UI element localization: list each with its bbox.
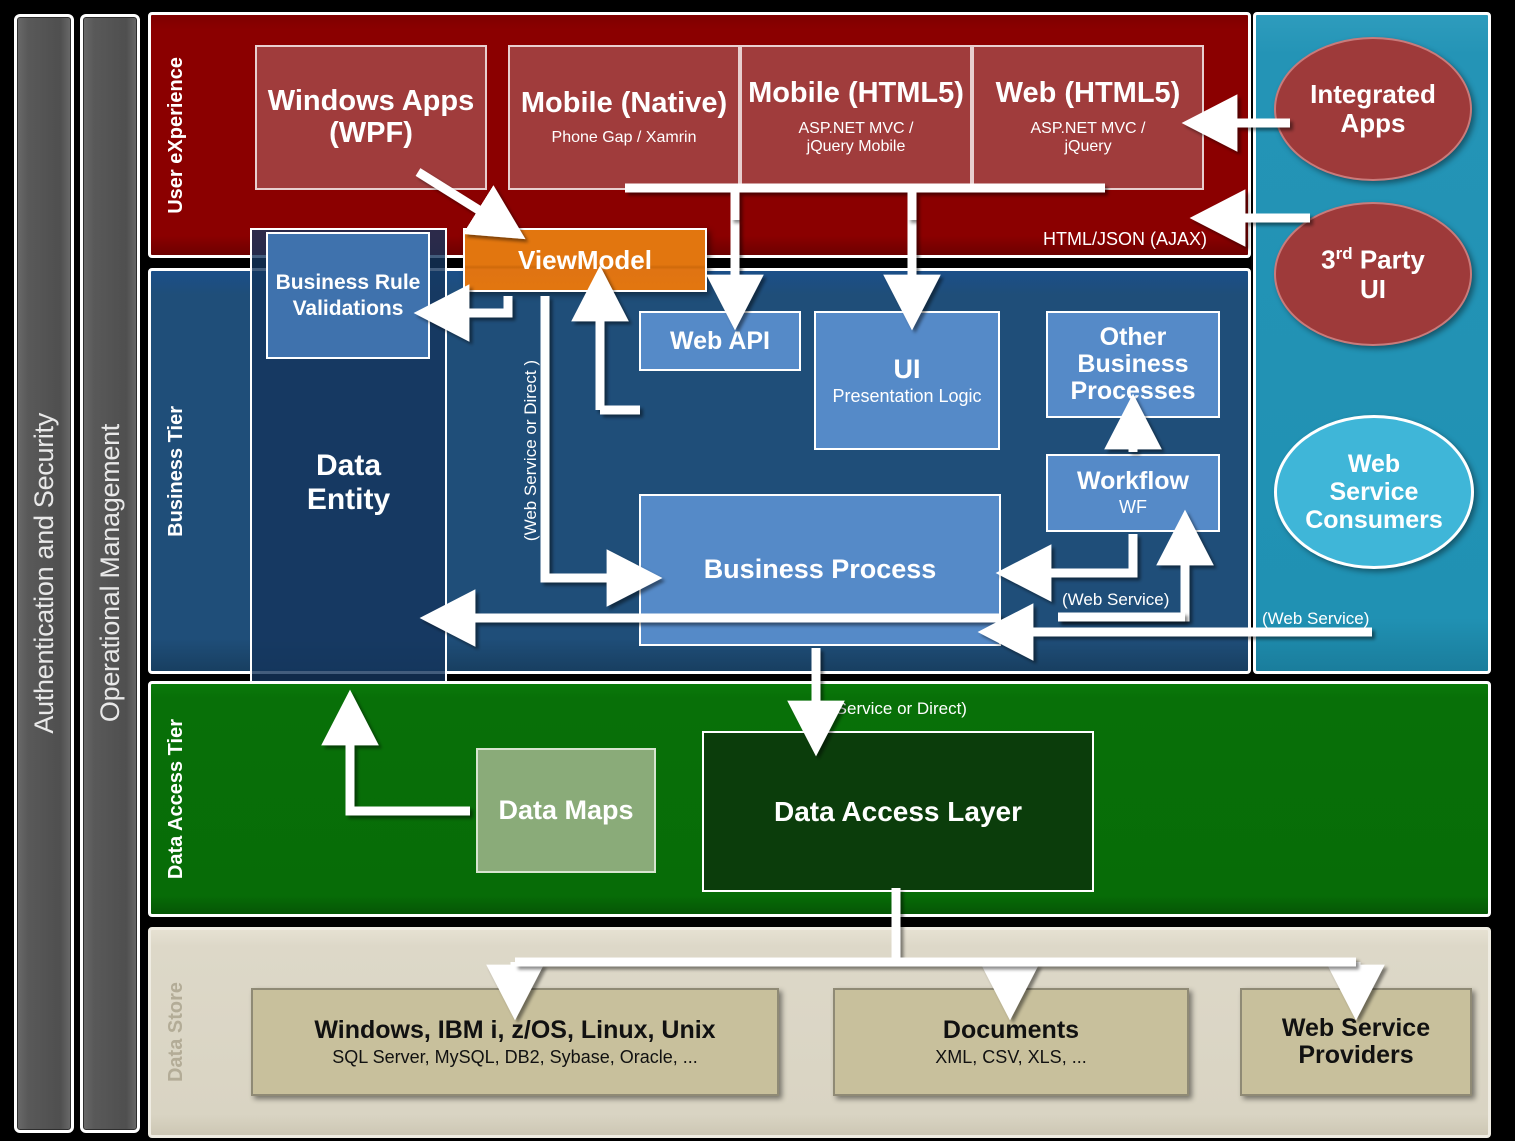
- ellipse-3rd-party-ui[interactable]: 3rd Party UI: [1274, 202, 1472, 346]
- store-box-documents-title: Documents: [942, 1015, 1080, 1044]
- ux-box-mobile-html5[interactable]: Mobile (HTML5) ASP.NET MVC / jQuery Mobil…: [740, 45, 972, 190]
- ux-box-web-html5-title: Web (HTML5): [995, 77, 1181, 110]
- tier-label-user-experience: User eXperience: [164, 56, 187, 214]
- ux-box-mobile-html5-title: Mobile (HTML5): [748, 77, 964, 110]
- box-workflow-title: Workflow: [1076, 467, 1190, 496]
- box-data-entity-label: Data Entity: [306, 448, 391, 516]
- ux-box-mobile-native-title: Mobile (Native): [520, 86, 728, 119]
- label-web-service-or-direct: (Web Service or Direct ): [521, 360, 540, 542]
- ellipse-3rd-party-ui-label: 3rd Party UI: [1321, 244, 1425, 304]
- ux-box-mobile-html5-subtitle: ASP.NET MVC / jQuery Mobile: [798, 119, 914, 156]
- box-viewmodel-label: ViewModel: [518, 244, 652, 275]
- sidebar-authentication-and-security: Authentication and Security: [14, 14, 74, 1133]
- ellipse-web-service-consumers-label: Web Service Consumers: [1305, 450, 1443, 534]
- ux-box-web-html5[interactable]: Web (HTML5) ASP.NET MVC / jQuery: [972, 45, 1204, 190]
- box-data-maps[interactable]: Data Maps: [476, 748, 656, 873]
- ux-box-windows-apps[interactable]: Windows Apps (WPF): [255, 45, 487, 190]
- ux-box-windows-apps-title: Windows Apps (WPF): [267, 85, 475, 149]
- store-box-servers-subtitle: SQL Server, MySQL, DB2, Sybase, Oracle, …: [332, 1046, 698, 1067]
- label-service-or-direct: (Service or Direct): [830, 699, 967, 718]
- tier-label-data-access: Data Access Tier: [164, 718, 187, 880]
- label-web-service-integration: (Web Service): [1262, 609, 1370, 628]
- box-ui-presentation-logic[interactable]: UI Presentation Logic: [814, 311, 1000, 450]
- ux-box-web-html5-subtitle: ASP.NET MVC / jQuery: [1030, 119, 1146, 156]
- store-box-servers[interactable]: Windows, IBM i, z/OS, Linux, Unix SQL Se…: [251, 988, 779, 1096]
- store-box-documents[interactable]: Documents XML, CSV, XLS, ...: [833, 988, 1189, 1096]
- label-web-service-business: (Web Service): [1062, 590, 1170, 609]
- box-data-access-layer-label: Data Access Layer: [773, 795, 1022, 827]
- box-business-process-label: Business Process: [703, 554, 937, 585]
- box-web-api[interactable]: Web API: [639, 311, 801, 371]
- ux-box-mobile-native-subtitle: Phone Gap / Xamrin: [551, 128, 697, 146]
- box-ui-subtitle: Presentation Logic: [832, 385, 982, 406]
- box-viewmodel[interactable]: ViewModel: [463, 228, 707, 292]
- box-workflow-subtitle: WF: [1119, 497, 1147, 518]
- box-business-rule-validations-label: Business Rule Validations: [275, 271, 421, 320]
- box-business-process[interactable]: Business Process: [639, 494, 1001, 646]
- store-box-documents-subtitle: XML, CSV, XLS, ...: [935, 1046, 1087, 1067]
- architecture-diagram: Authentication and Security Operational …: [0, 0, 1515, 1141]
- store-box-web-service-providers-title: Web Service Providers: [1281, 1014, 1431, 1069]
- tier-label-business: Business Tier: [164, 405, 187, 537]
- sidebar-label-operational: Operational Management: [94, 424, 125, 723]
- box-other-business-processes[interactable]: Other Business Processes: [1046, 311, 1220, 418]
- box-data-maps-label: Data Maps: [498, 795, 634, 825]
- label-html-json-ajax: HTML/JSON (AJAX): [1043, 229, 1208, 249]
- store-box-web-service-providers[interactable]: Web Service Providers: [1240, 988, 1472, 1096]
- tier-label-data-store: Data Store: [164, 982, 187, 1083]
- box-workflow[interactable]: Workflow WF: [1046, 454, 1220, 532]
- store-box-servers-title: Windows, IBM i, z/OS, Linux, Unix: [314, 1015, 716, 1044]
- box-data-access-layer[interactable]: Data Access Layer: [702, 731, 1094, 892]
- ellipse-integrated-apps-label: Integrated Apps: [1310, 78, 1436, 138]
- box-web-api-label: Web API: [669, 326, 770, 355]
- ellipse-web-service-consumers[interactable]: Web Service Consumers: [1274, 415, 1474, 569]
- box-ui-title: UI: [893, 353, 921, 384]
- box-business-rule-validations[interactable]: Business Rule Validations: [266, 232, 430, 359]
- ux-box-mobile-native[interactable]: Mobile (Native) Phone Gap / Xamrin: [508, 45, 740, 190]
- sidebar-operational-management: Operational Management: [80, 14, 140, 1133]
- box-other-business-processes-label: Other Business Processes: [1070, 323, 1196, 405]
- ellipse-integrated-apps[interactable]: Integrated Apps: [1274, 37, 1472, 181]
- sidebar-label-authentication: Authentication and Security: [28, 413, 59, 734]
